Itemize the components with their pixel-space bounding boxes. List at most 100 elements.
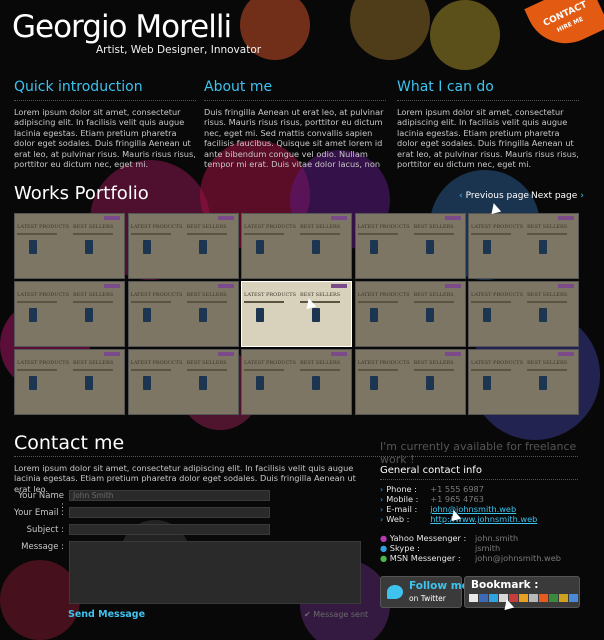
product-jar-icon — [425, 308, 434, 322]
subject-field[interactable] — [69, 524, 270, 535]
thumb-line — [300, 233, 340, 235]
thumb-line — [73, 301, 113, 303]
msn-row: ● MSN Messenger : john@johnsmith.web — [380, 553, 561, 563]
thumb-line — [357, 233, 398, 235]
chevron-right-icon: › — [380, 515, 384, 524]
bookmark-icon[interactable] — [549, 594, 558, 602]
bookmark-icon[interactable] — [479, 594, 488, 602]
portfolio-thumbnail[interactable]: LATEST PRODUCTS BEST SELLERS — [127, 349, 239, 415]
thumb-heading: LATEST PRODUCTS — [17, 292, 70, 298]
product-jar-icon — [425, 376, 434, 390]
thumb-badge — [104, 216, 120, 220]
portfolio-grid: LATEST PRODUCTS BEST SELLERS LATEST PRODUC… — [14, 213, 580, 415]
contact-badge[interactable]: CONTACT HIRE ME — [524, 0, 604, 57]
previous-page-link[interactable]: ‹ Previous page — [459, 191, 529, 201]
thumb-line — [186, 369, 227, 371]
thumb-badge — [331, 352, 347, 356]
thumb-heading: LATEST PRODUCTS — [244, 292, 297, 298]
product-jar-icon — [142, 376, 151, 390]
thumb-badge — [104, 284, 120, 288]
thumb-line — [130, 369, 171, 371]
bookmark-icon[interactable] — [469, 594, 478, 602]
email-link[interactable]: john@johnsmith.web — [430, 504, 516, 514]
bookmark-icon[interactable] — [569, 594, 578, 602]
thumb-line — [527, 369, 567, 371]
contact-divider — [14, 456, 578, 457]
bookmark-box: Bookmark : — [464, 576, 580, 608]
portfolio-thumbnail[interactable]: LATEST PRODUCTS BEST SELLERS — [354, 281, 466, 347]
portfolio-thumbnail[interactable]: LATEST PRODUCTS BEST SELLERS — [241, 281, 352, 347]
thumb-line — [357, 301, 398, 303]
thumb-line — [471, 233, 511, 235]
thumb-heading: BEST SELLERS — [186, 224, 227, 230]
thumb-line — [244, 369, 284, 371]
site-header: Georgio Morelli Artist, Web Designer, In… — [0, 0, 604, 66]
thumb-line — [413, 369, 454, 371]
portfolio-thumbnail[interactable]: LATEST PRODUCTS BEST SELLERS — [468, 349, 579, 415]
thumb-heading: LATEST PRODUCTS — [471, 360, 524, 366]
portfolio-thumbnail[interactable]: LATEST PRODUCTS BEST SELLERS — [354, 349, 466, 415]
thumb-heading: LATEST PRODUCTS — [130, 224, 183, 230]
web-link[interactable]: http://www.johnsmith.web — [430, 514, 537, 524]
thumb-line — [186, 301, 227, 303]
thumb-line — [527, 233, 567, 235]
chevron-right-icon: › — [380, 495, 384, 504]
portfolio-thumbnail[interactable]: LATEST PRODUCTS BEST SELLERS — [127, 213, 239, 279]
thumb-badge — [331, 216, 347, 220]
portfolio-thumbnail[interactable]: LATEST PRODUCTS BEST SELLERS — [14, 213, 125, 279]
thumb-line — [244, 233, 284, 235]
bookmark-icon[interactable] — [559, 594, 568, 602]
contact-info-divider — [380, 479, 578, 480]
thumb-badge — [331, 284, 347, 288]
thumb-heading: LATEST PRODUCTS — [130, 360, 183, 366]
message-textarea[interactable] — [69, 541, 361, 604]
product-jar-icon — [256, 376, 264, 390]
thumb-heading: LATEST PRODUCTS — [471, 292, 524, 298]
name-field[interactable]: John Smith — [69, 490, 270, 501]
email-field[interactable] — [69, 507, 270, 518]
portfolio-thumbnail[interactable]: LATEST PRODUCTS BEST SELLERS — [241, 213, 352, 279]
product-jar-icon — [369, 308, 378, 322]
thumb-heading: BEST SELLERS — [413, 224, 454, 230]
thumb-heading: BEST SELLERS — [186, 292, 227, 298]
thumb-line — [186, 233, 227, 235]
thumb-line — [413, 301, 454, 303]
thumb-badge — [558, 216, 574, 220]
portfolio-thumbnail[interactable]: LATEST PRODUCTS BEST SELLERS — [354, 213, 466, 279]
follow-twitter-button[interactable]: Follow me on Twitter — [380, 576, 469, 608]
check-icon: ✔ — [304, 610, 311, 619]
product-jar-icon — [198, 308, 207, 322]
thumb-heading: BEST SELLERS — [300, 360, 341, 366]
product-jar-icon — [312, 376, 320, 390]
thumb-heading: BEST SELLERS — [186, 360, 227, 366]
bookmark-icon[interactable] — [519, 594, 528, 602]
bookmark-icon[interactable] — [529, 594, 538, 602]
bookmark-icon[interactable] — [489, 594, 498, 602]
product-jar-icon — [483, 240, 491, 254]
thumb-line — [130, 301, 171, 303]
next-page-link[interactable]: Next page › — [531, 191, 584, 201]
thumb-heading: LATEST PRODUCTS — [130, 292, 183, 298]
product-jar-icon — [369, 376, 378, 390]
portfolio-thumbnail[interactable]: LATEST PRODUCTS BEST SELLERS — [14, 281, 125, 347]
send-message-button[interactable]: Send Message — [68, 609, 145, 620]
thumb-heading: BEST SELLERS — [73, 292, 114, 298]
product-jar-icon — [198, 240, 207, 254]
portfolio-thumbnail[interactable]: LATEST PRODUCTS BEST SELLERS — [241, 349, 352, 415]
portfolio-thumbnail[interactable]: LATEST PRODUCTS BEST SELLERS — [468, 213, 579, 279]
product-jar-icon — [539, 240, 547, 254]
yahoo-icon: ● — [380, 533, 388, 543]
site-tagline: Artist, Web Designer, Innovator — [96, 44, 262, 56]
logo[interactable]: Georgio Morelli Artist, Web Designer, In… — [12, 10, 261, 56]
thumb-badge — [558, 284, 574, 288]
cursor-icon — [501, 597, 515, 611]
subject-label: Subject : — [26, 525, 64, 535]
product-jar-icon — [29, 240, 37, 254]
quick-intro-text: Lorem ipsum dolor sit amet, consectetur … — [14, 107, 196, 170]
portfolio-thumbnail[interactable]: LATEST PRODUCTS BEST SELLERS — [14, 349, 125, 415]
thumb-badge — [444, 284, 461, 288]
bookmark-icon[interactable] — [539, 594, 548, 602]
portfolio-thumbnail[interactable]: LATEST PRODUCTS BEST SELLERS — [468, 281, 579, 347]
portfolio-thumbnail[interactable]: LATEST PRODUCTS BEST SELLERS — [127, 281, 239, 347]
about-text: Duis fringilla Aenean ut erat leo, at pu… — [204, 107, 384, 170]
